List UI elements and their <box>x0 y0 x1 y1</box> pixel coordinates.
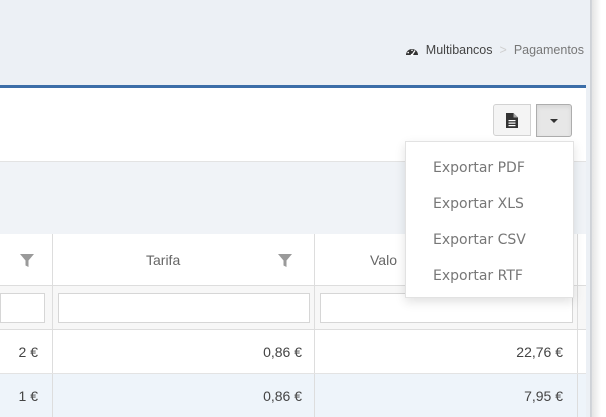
cell-value: 0,86 € <box>263 344 302 360</box>
dashboard-icon <box>405 49 418 56</box>
breadcrumb-separator: > <box>499 43 507 57</box>
table-cell: 2 € <box>0 330 53 373</box>
menu-item-export-csv[interactable]: Exportar CSV <box>406 222 573 258</box>
breadcrumb-current: Pagamentos <box>513 43 584 57</box>
menu-item-export-rtf[interactable]: Exportar RTF <box>406 258 573 294</box>
cell-value: 2 € <box>18 344 38 360</box>
filter-input-tarifa[interactable] <box>58 293 310 323</box>
filter-cell <box>53 286 315 329</box>
cell-value: 22,76 € <box>516 344 563 360</box>
table-cell: 0,86 € <box>53 330 315 373</box>
column-header-label: Valo <box>370 252 397 268</box>
filter-input[interactable] <box>0 293 45 323</box>
menu-item-export-pdf[interactable]: Exportar PDF <box>406 150 573 186</box>
table-row[interactable]: 1 € 0,86 € 7,95 € <box>0 374 586 417</box>
export-dropdown-toggle[interactable] <box>536 104 572 137</box>
window-shadow <box>590 0 606 417</box>
column-header-tarifa[interactable]: Tarifa <box>53 234 315 285</box>
table-row[interactable]: 2 € 0,86 € 22,76 € <box>0 330 586 374</box>
table-cell: 1 € <box>0 374 53 417</box>
menu-item-export-xls[interactable]: Exportar XLS <box>406 186 573 222</box>
column-header-label: Tarifa <box>146 252 181 268</box>
page-frame: Multibancos > Pagamentos Tarifa Valo 2 €… <box>0 0 592 417</box>
filter-icon[interactable] <box>278 254 292 268</box>
cell-value: 1 € <box>18 388 38 404</box>
cell-value: 7,95 € <box>524 388 563 404</box>
filter-icon[interactable] <box>20 254 34 268</box>
table-cell: 7,95 € <box>315 374 578 417</box>
caret-down-icon <box>550 118 558 123</box>
export-menu: Exportar PDF Exportar XLS Exportar CSV E… <box>405 141 574 298</box>
table-cell: 22,76 € <box>315 330 578 373</box>
breadcrumb: Multibancos > Pagamentos <box>405 41 584 59</box>
column-header[interactable] <box>0 234 53 285</box>
filter-cell <box>0 286 53 329</box>
export-button[interactable] <box>493 104 531 136</box>
cell-value: 0,86 € <box>263 388 302 404</box>
file-icon <box>506 112 518 128</box>
table-cell: 0,86 € <box>53 374 315 417</box>
breadcrumb-root[interactable]: Multibancos <box>426 43 493 57</box>
